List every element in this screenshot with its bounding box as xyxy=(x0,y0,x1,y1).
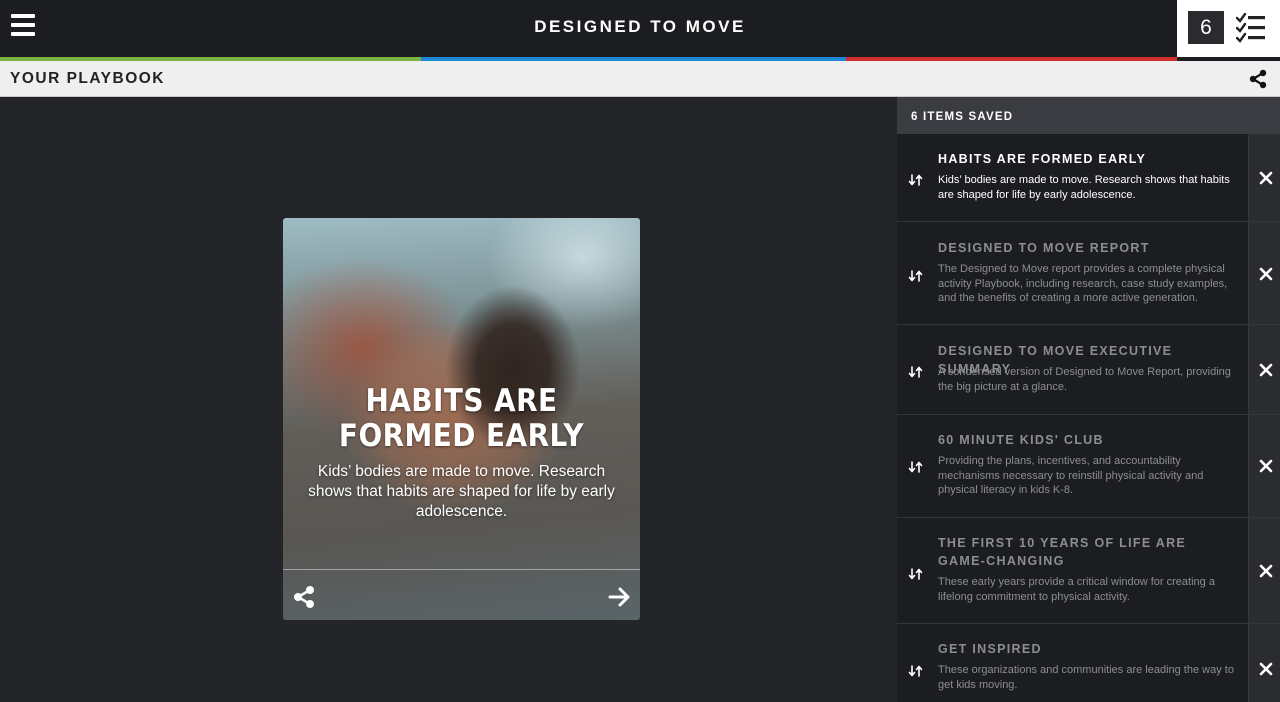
top-header: DESIGNED TO MOVE 6 xyxy=(0,0,1280,57)
saved-item[interactable]: 60 MINUTE KIDS' CLUB Providing the plans… xyxy=(897,415,1280,518)
close-icon xyxy=(1259,171,1273,185)
remove-item-button[interactable] xyxy=(1248,518,1280,623)
checklist-icon xyxy=(1236,13,1265,43)
saved-item-description: Providing the plans, incentives, and acc… xyxy=(938,455,1204,496)
share-icon[interactable] xyxy=(293,585,315,609)
card-divider xyxy=(283,569,640,570)
playbook-toggle-button[interactable]: 6 xyxy=(1177,0,1280,57)
saved-item-title: HABITS ARE FORMED EARLY xyxy=(938,152,1147,166)
playbook-title: YOUR PLAYBOOK xyxy=(10,70,166,87)
saved-item-title: THE FIRST 10 YEARS OF LIFE ARE GAME-CHAN… xyxy=(938,536,1187,568)
saved-item[interactable]: DESIGNED TO MOVE EXECUTIVE SUMMARY A con… xyxy=(897,325,1280,415)
close-icon xyxy=(1259,564,1273,578)
remove-item-button[interactable] xyxy=(1248,222,1280,324)
saved-item-description: These early years provide a critical win… xyxy=(938,576,1215,603)
remove-item-button[interactable] xyxy=(1248,415,1280,517)
close-icon xyxy=(1259,363,1273,377)
reorder-arrows-icon[interactable] xyxy=(908,665,924,677)
saved-items-header: 6 ITEMS SAVED xyxy=(897,97,1280,134)
reorder-arrows-icon[interactable] xyxy=(908,270,924,282)
saved-item[interactable]: THE FIRST 10 YEARS OF LIFE ARE GAME-CHAN… xyxy=(897,518,1280,624)
reorder-arrows-icon[interactable] xyxy=(908,568,924,580)
card-description: Kids’ bodies are made to move. Research … xyxy=(308,463,615,520)
saved-item[interactable]: GET INSPIRED These organizations and com… xyxy=(897,624,1280,702)
saved-item-description: A condensed version of Designed to Move … xyxy=(938,366,1231,393)
reorder-arrows-icon[interactable] xyxy=(908,461,924,473)
saved-item-description: These organizations and communities are … xyxy=(938,664,1234,691)
saved-items-count: 6 ITEMS SAVED xyxy=(911,111,1014,123)
saved-item-description: The Designed to Move report provides a c… xyxy=(938,263,1228,304)
app-title: DESIGNED TO MOVE xyxy=(534,17,746,36)
close-icon xyxy=(1259,662,1273,676)
saved-count-badge: 6 xyxy=(1188,11,1224,44)
saved-item[interactable]: HABITS ARE FORMED EARLY Kids’ bodies are… xyxy=(897,134,1280,222)
reorder-arrows-icon[interactable] xyxy=(908,366,924,378)
reorder-arrows-icon[interactable] xyxy=(908,174,924,186)
close-icon xyxy=(1259,267,1273,281)
close-icon xyxy=(1259,459,1273,473)
playbook-bar: YOUR PLAYBOOK xyxy=(0,61,1280,97)
saved-item-title: GET INSPIRED xyxy=(938,642,1042,656)
saved-item-description: Kids’ bodies are made to move. Research … xyxy=(938,174,1230,201)
remove-item-button[interactable] xyxy=(1248,134,1280,221)
featured-card[interactable]: HABITS ARE FORMED EARLY Kids’ bodies are… xyxy=(283,218,640,620)
card-title: HABITS ARE FORMED EARLY xyxy=(338,383,585,454)
share-icon[interactable] xyxy=(1248,69,1268,89)
saved-item-title: 60 MINUTE KIDS' CLUB xyxy=(938,433,1104,447)
remove-item-button[interactable] xyxy=(1248,624,1280,702)
saved-item-title: DESIGNED TO MOVE REPORT xyxy=(938,241,1150,255)
saved-item[interactable]: DESIGNED TO MOVE REPORT The Designed to … xyxy=(897,222,1280,325)
remove-item-button[interactable] xyxy=(1248,325,1280,414)
saved-items-sidebar: 6 ITEMS SAVED HABITS ARE FORMED EARLY Ki… xyxy=(897,97,1280,702)
arrow-right-icon[interactable] xyxy=(608,586,632,608)
